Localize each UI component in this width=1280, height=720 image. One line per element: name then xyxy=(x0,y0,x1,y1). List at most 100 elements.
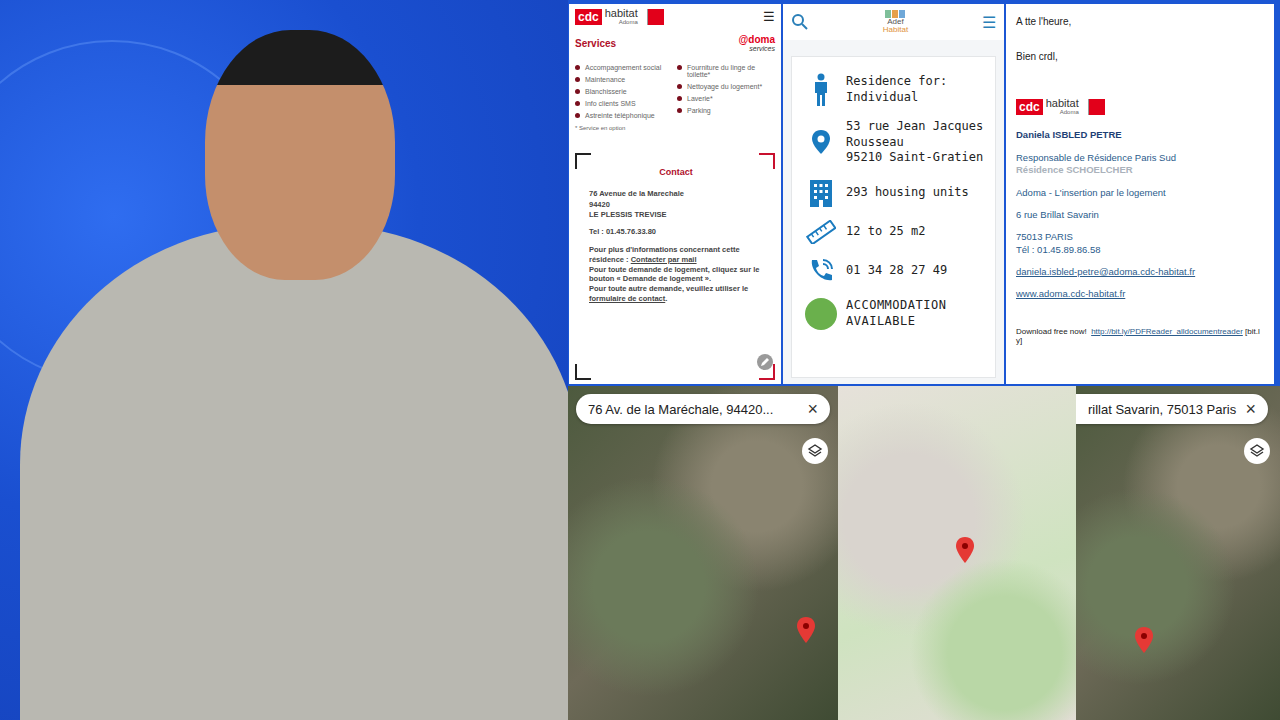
fact-line: 293 housing units xyxy=(846,185,969,201)
address-line: LE PLESSIS TREVISE xyxy=(589,210,763,221)
logo-words: habitatAdoma xyxy=(1046,98,1079,115)
fact-text: ACCOMMODATIONAVAILABLE xyxy=(846,298,946,329)
map[interactable] xyxy=(838,386,1076,720)
map-search-bar[interactable]: rillat Savarin, 75013 Paris × xyxy=(1076,394,1268,424)
status-dot xyxy=(805,298,837,330)
phone: Tel : 01.45.76.33.80 xyxy=(589,227,763,238)
logo-top: Adef xyxy=(887,18,903,26)
caisse-icon xyxy=(647,9,664,25)
logo-sub: Adoma xyxy=(605,19,638,25)
city: 75013 PARIS xyxy=(1016,231,1264,243)
map[interactable]: 76 Av. de la Maréchale, 94420... × xyxy=(568,386,838,720)
fact-row: 01 34 28 27 49 xyxy=(804,256,987,286)
adef-logo[interactable]: AdefHabitat xyxy=(883,10,908,34)
greeting: A tte l'heure, xyxy=(1016,16,1264,27)
service-item: Blanchisserie xyxy=(575,88,673,95)
fact-text: 53 rue Jean JacquesRousseau95210 Saint-G… xyxy=(846,119,983,166)
contact-title: Contact xyxy=(589,167,763,177)
bullet-icon xyxy=(677,84,682,89)
bullet-icon xyxy=(677,108,682,113)
service-item: Fourniture du linge de toilette* xyxy=(677,64,775,78)
layers-button[interactable] xyxy=(1244,438,1270,464)
adoma-services-logo: @domaservices xyxy=(739,35,775,52)
map-pin-icon[interactable] xyxy=(1134,626,1154,654)
services-column: Accompagnement social Maintenance Blanchis… xyxy=(575,64,673,119)
close-button[interactable]: × xyxy=(1245,400,1256,418)
bullet-icon xyxy=(575,65,580,70)
presenter-photo xyxy=(0,0,568,720)
map-pin-icon[interactable] xyxy=(796,616,816,644)
fact-icon xyxy=(804,73,838,107)
cdc-logo[interactable]: cdchabitatAdoma xyxy=(575,8,664,25)
layers-icon xyxy=(807,443,823,459)
menu-button[interactable]: ☰ xyxy=(763,9,775,24)
other-text: Pour toute autre demande, veuillez utili… xyxy=(589,284,763,304)
info-text: Pour plus d'informations concernant cett… xyxy=(589,245,763,265)
email-link[interactable]: daniela.isbled-petre@adoma.cdc-habitat.f… xyxy=(1016,266,1264,278)
thumbnail: cdchabitatAdoma☰Services@domaservicesAcc… xyxy=(0,0,1280,720)
address-line: 94420 xyxy=(589,200,763,211)
services-column: Fourniture du linge de toilette* Nettoyag… xyxy=(677,64,775,119)
logo-bottom: Habitat xyxy=(883,26,908,34)
service-item: Parking xyxy=(677,107,775,114)
phone-icon xyxy=(806,256,836,286)
screenshots: cdchabitatAdoma☰Services@domaservicesAcc… xyxy=(568,0,1280,720)
service-item: Accompagnement social xyxy=(575,64,673,71)
logo-mark: cdc xyxy=(1016,99,1043,115)
closing: Bien crdl, xyxy=(1016,51,1264,62)
service-item: Maintenance xyxy=(575,76,673,83)
adef-page: AdefHabitat ☰ Residence for:Individual 53 r… xyxy=(783,4,1004,384)
bullet-icon xyxy=(677,96,682,101)
search-icon[interactable] xyxy=(791,13,809,31)
service-item: Info clients SMS xyxy=(575,100,673,107)
street: 6 rue Brillat Savarin xyxy=(1016,209,1264,221)
building-icon xyxy=(808,178,834,208)
edit-button[interactable] xyxy=(757,354,773,370)
logo-sub: Adoma xyxy=(1046,109,1079,115)
organisation: Adoma - L'insertion par le logement xyxy=(1016,187,1264,199)
fact-line: Residence for: xyxy=(846,74,947,90)
logo-bottom: services xyxy=(749,45,775,52)
fact-row: 12 to 25 m2 xyxy=(804,220,987,244)
map[interactable]: rillat Savarin, 75013 Paris × xyxy=(1076,386,1280,720)
request-text: Pour toute demande de logement, cliquez … xyxy=(589,265,763,285)
map-search-bar[interactable]: 76 Av. de la Maréchale, 94420... × xyxy=(576,394,830,424)
fact-line: ACCOMMODATION xyxy=(846,298,946,314)
ruler-icon xyxy=(806,220,836,244)
bullet-icon xyxy=(575,77,580,82)
service-item: Nettoyage du logement* xyxy=(677,83,775,90)
download-link[interactable]: http://bit.ly/PDFReader_alldocumentreade… xyxy=(1091,327,1243,336)
fact-line: 95210 Saint-Gratien xyxy=(846,150,983,166)
map-pin-icon[interactable] xyxy=(955,536,975,564)
fact-row: 53 rue Jean JacquesRousseau95210 Saint-G… xyxy=(804,119,987,166)
cdc-header: cdchabitatAdoma ☰ xyxy=(575,8,775,25)
logo-word: habitat xyxy=(1046,98,1079,109)
footer: Download free now! http://bit.ly/PDFRead… xyxy=(1016,327,1264,345)
fact-line: 01 34 28 27 49 xyxy=(846,263,947,279)
fact-icon xyxy=(804,220,838,244)
residence: Résidence SCHOELCHER xyxy=(1016,164,1264,176)
fact-text: 12 to 25 m2 xyxy=(846,224,925,240)
fact-row: ACCOMMODATIONAVAILABLE xyxy=(804,298,987,330)
menu-button[interactable]: ☰ xyxy=(982,13,996,32)
search-text: 76 Av. de la Maréchale, 94420... xyxy=(588,402,773,417)
form-link[interactable]: formulaire de contact xyxy=(589,294,665,303)
bullet-icon xyxy=(575,113,580,118)
email-page: A tte l'heure, Bien crdl, cdchabitatAdoma D… xyxy=(1006,4,1274,384)
services-title: Services xyxy=(575,38,616,49)
pin-icon xyxy=(810,129,832,155)
fact-line: AVAILABLE xyxy=(846,314,946,330)
fact-line: Rousseau xyxy=(846,135,983,151)
fact-row: Residence for:Individual xyxy=(804,73,987,107)
fact-icon xyxy=(804,298,838,330)
fact-text: Residence for:Individual xyxy=(846,74,947,105)
mail-link[interactable]: Contacter par mail xyxy=(631,255,697,264)
fact-line: Individual xyxy=(846,90,947,106)
layers-button[interactable] xyxy=(802,438,828,464)
signature-logo: cdchabitatAdoma xyxy=(1016,98,1264,115)
search-text: rillat Savarin, 75013 Paris xyxy=(1088,402,1236,417)
service-item: Laverie* xyxy=(677,95,775,102)
fact-line: 12 to 25 m2 xyxy=(846,224,925,240)
website-link[interactable]: www.adoma.cdc-habitat.fr xyxy=(1016,288,1264,300)
close-button[interactable]: × xyxy=(807,400,818,418)
